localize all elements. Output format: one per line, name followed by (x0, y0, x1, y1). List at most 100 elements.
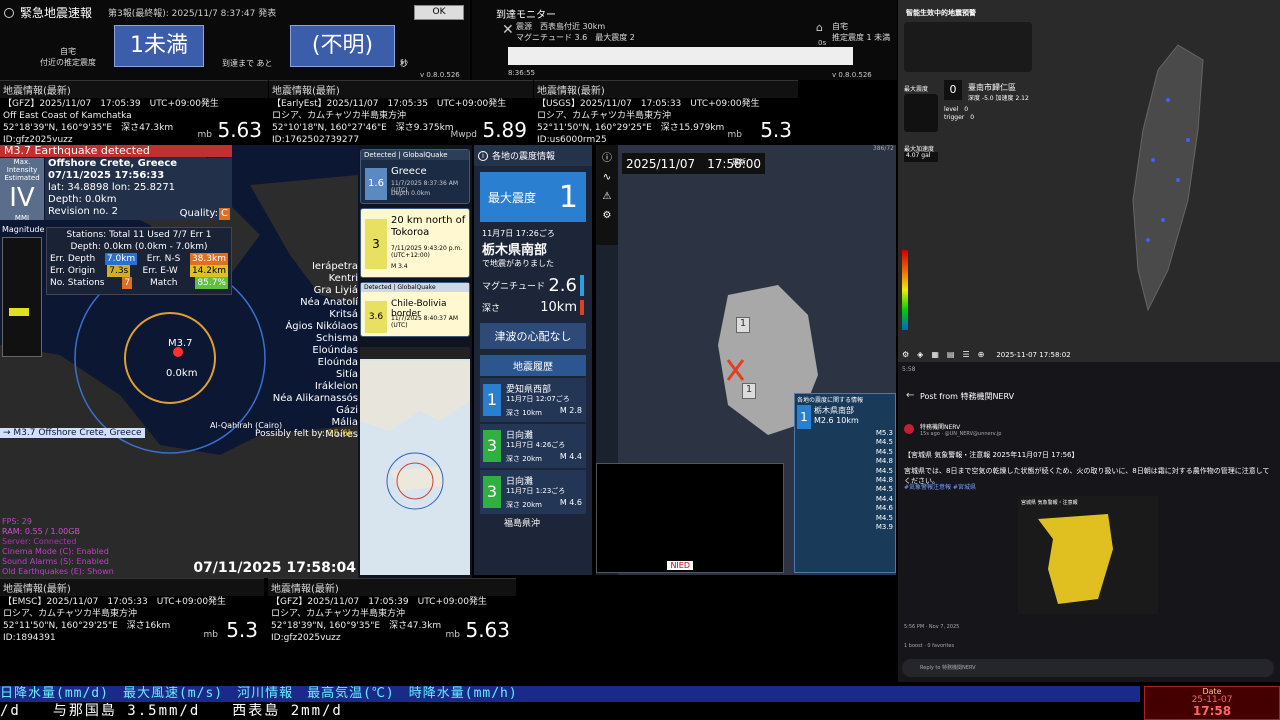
info-icon[interactable]: ⓘ (596, 149, 618, 164)
ticker-clock: Date 25-11-07 17:58 (1144, 686, 1280, 720)
eew-window: 緊急地震速報 第3報(最終報): 2025/11/7 8:37:47 発表 OK… (0, 0, 470, 80)
detected-card[interactable]: 3 20 km north of Tokoroa 7/11/2025 9:43:… (360, 208, 470, 278)
jp-list-mag: M4.8 (875, 476, 893, 485)
globalquake-map[interactable]: M3.7 Earthquake detected Max. Intensity … (0, 145, 358, 578)
jp-list-mag: M4.5 (875, 466, 893, 475)
jp-max-box: 最大震度 1 (480, 172, 586, 222)
jp-info-card: 各地の震度に関する情報 1 栃木県南部 M2.6 10km M5.3 M4.5 … (794, 393, 896, 573)
arrival-label: 到達まで あと (222, 59, 273, 68)
tw-gauge (904, 94, 938, 132)
err-ew-label: Err. E-W (142, 266, 178, 276)
history-item[interactable]: 3 日向灘 11月7日 1:23ごろ 深さ 20km M 4.6 (480, 470, 586, 514)
stats-title: Stations: Total 11 Used 7/7 Err 1 (66, 230, 212, 240)
cinema-status: Cinema Mode (C): Enabled (2, 547, 109, 556)
seconds-label: 秒 (400, 59, 408, 68)
detected-card[interactable]: Detected | GlobalQuake 1.6 Greece 11/7/2… (360, 149, 470, 204)
warning-icon[interactable]: ⚠ (596, 191, 618, 202)
history-title: 地震履歴 (480, 355, 586, 376)
err-ns-value: 38.3km (189, 253, 228, 265)
monitor-magnitude: マグニチュード 3.6 最大震度 2 (516, 33, 635, 42)
history-mag: M 4.6 (559, 498, 582, 507)
gear-icon[interactable]: ⚙ (596, 210, 618, 221)
err-origin-label: Err. Origin (50, 266, 96, 276)
jp-occurred: で地震がありました (482, 259, 554, 268)
info-mag-unit: mb (197, 130, 212, 140)
info-panel-emsc: 地震情報(最新) 【EMSC】2025/11/07 17:05:33 UTC+0… (0, 578, 264, 644)
jp-list-mag: M4.5 (875, 438, 893, 447)
detected-place: Greece (391, 166, 427, 177)
jp-card-place: 栃木県南部 (814, 406, 854, 415)
jp-mag-value: 2.6 (548, 275, 584, 296)
progress-track (508, 47, 853, 65)
post-tags[interactable]: #気象警報注意報 #宮城県 (904, 482, 976, 491)
wave-icon[interactable]: ∿ (596, 172, 618, 183)
list-icon[interactable]: ☰ (962, 350, 969, 359)
info-time: 【USGS】2025/11/07 17:05:33 UTC+09:00発生 (537, 99, 760, 109)
err-depth-value: 7.0km (104, 253, 138, 265)
reply-box[interactable]: Reply to 特務機関NERV (902, 659, 1274, 677)
back-icon[interactable]: ← (906, 390, 914, 401)
reply-placeholder: Reply to 特務機関NERV (920, 665, 976, 671)
info-header: 地震情報(最新) (534, 81, 798, 98)
post-title: Post from 特務機関NERV (920, 392, 1015, 401)
ok-button[interactable]: OK (414, 5, 464, 20)
alert-icon (4, 7, 14, 18)
tw-accel: 加速度 2.12 (995, 95, 1029, 102)
history-item[interactable]: 1 愛知県西部 11月7日 12:07ごろ 深さ 10km M 2.8 (480, 378, 586, 422)
detected-intensity: 3 (365, 219, 387, 269)
ticker-line2: /d 与那国島 3.5mm/d 西表島 2mm/d (0, 703, 1140, 720)
close-icon[interactable]: ✕ (502, 22, 514, 38)
info-icon: i (478, 150, 488, 161)
quake-details: Offshore Crete, Greece 07/11/2025 17:56:… (45, 158, 232, 220)
eew-report: 第3報(最終報): 2025/11/7 8:37:47 発表 (108, 9, 277, 19)
nied-logo: NIED (667, 561, 693, 570)
avatar[interactable] (904, 424, 914, 434)
mini-map[interactable] (360, 347, 470, 575)
layers-icon[interactable]: ◈ (917, 350, 923, 359)
info-time: 【EMSC】2025/11/07 17:05:33 UTC+09:00発生 (3, 597, 227, 607)
intensity-box: 1未満 (114, 25, 204, 67)
tw-place: 臺南市歸仁區 (968, 83, 1016, 92)
jp-map[interactable]: ⓘ ∿ ⚠ ⚙ 2025/11/07 17:58:00 更新 386/72 1 … (596, 145, 896, 575)
history-item[interactable]: 3 日向灘 11月7日 4:26ごろ 深さ 20km M 4.4 (480, 424, 586, 468)
info-panel-usgs: 地震情報(最新) 【USGS】2025/11/07 17:05:33 UTC+0… (534, 80, 798, 145)
chat-icon[interactable]: ▤ (947, 350, 955, 359)
info-panel-gfz: 地震情報(最新) 【GFZ】2025/11/07 17:05:39 UTC+09… (0, 80, 268, 145)
grid-icon[interactable]: ▦ (931, 350, 939, 359)
gear-icon[interactable]: ⚙ (902, 350, 909, 359)
home-label: 自宅 (60, 47, 76, 56)
mmi-value: IV (9, 183, 35, 213)
tw-color-scale (902, 250, 908, 330)
jp-list-mag: M4.6 (875, 504, 893, 513)
detected-card[interactable]: Detected | GlobalQuake 3.6 Chile-Bolivia… (360, 282, 470, 337)
monitor-version: v 0.8.0.526 (832, 71, 872, 79)
info-magnitude: 5.3 (226, 618, 258, 642)
quake-list-item[interactable]: → M3.7 Offshore Crete, Greece (0, 428, 145, 438)
detected-mag: 1.6 (365, 168, 387, 200)
city-label: Néa Anatolí (300, 297, 358, 308)
home-intensity-label: 付近の推定震度 (40, 58, 96, 67)
info-mag-unit: mb (727, 130, 742, 140)
info-magnitude: 5.63 (217, 118, 262, 142)
city-cairo: Al-Qahirah (Cairo) (210, 421, 283, 430)
match-label: Match (150, 278, 178, 288)
city-label: Kentri (328, 273, 358, 284)
post-map[interactable]: 宮城県 気象警報・注意報 (1018, 496, 1158, 614)
home-icon: ⌂ (816, 21, 823, 34)
info-header: 地震情報(最新) (0, 81, 268, 98)
quake-map-depth: 0.0km (166, 368, 198, 379)
jp-title-row: i 各地の震度情報 (474, 145, 592, 166)
quality-value: C (219, 208, 230, 220)
info-magnitude: 5.3 (760, 118, 792, 142)
quality-label: Quality: (179, 208, 218, 219)
link-icon[interactable]: ⊕ (978, 350, 985, 359)
post-author: 特務機関NERV (920, 424, 961, 431)
err-origin-value: 7.3s (107, 265, 131, 277)
city-label: Schisma Eloúndas (312, 333, 358, 356)
status-time: 5:58 (902, 366, 916, 373)
monitor-title: 到達モニター (496, 10, 556, 21)
status-block: FPS: 29 RAM: 0.55 / 1.00GB Server: Conne… (2, 517, 114, 577)
ticker-bar: 日降水量(mm/d) 最大風速(m/s) 河川情報 最高気温(℃) 時降水量(m… (0, 686, 1280, 720)
jp-list-mag: M4.5 (875, 485, 893, 494)
map-toolbar: ⓘ ∿ ⚠ ⚙ (596, 145, 618, 245)
